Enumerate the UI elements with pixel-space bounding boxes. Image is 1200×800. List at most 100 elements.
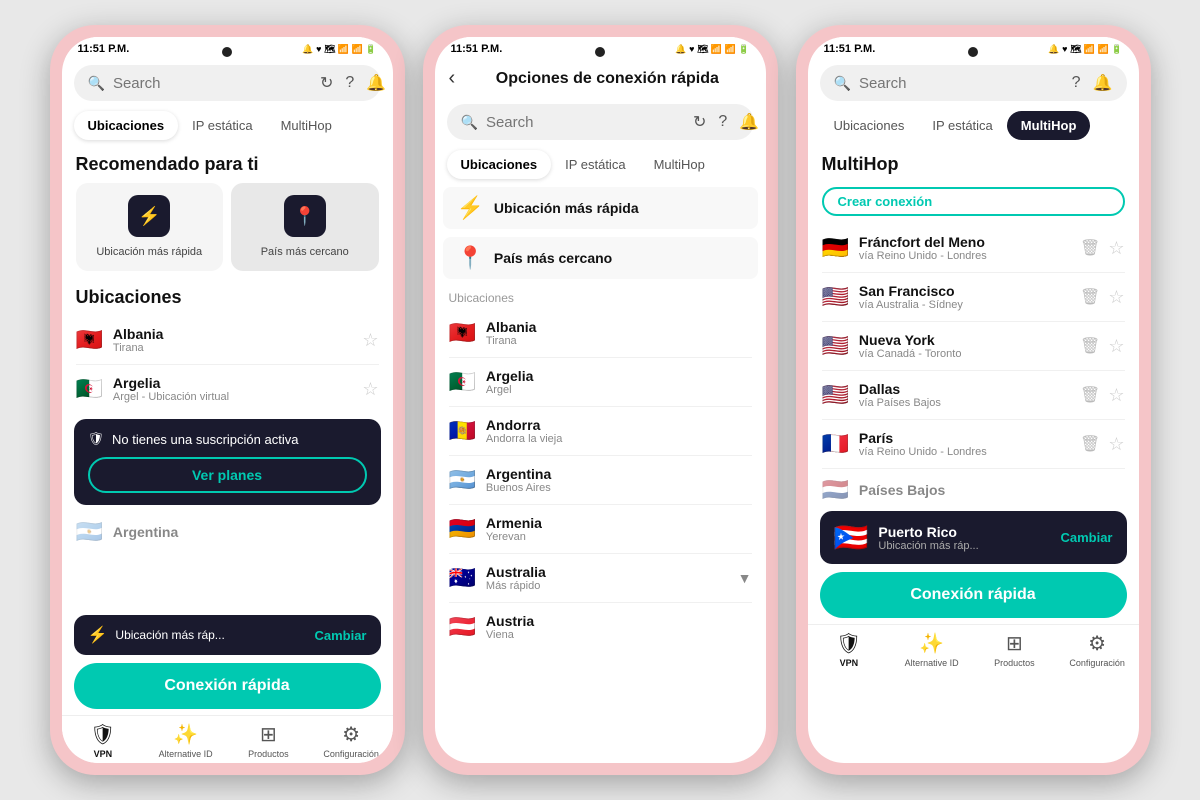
location-argelia-1[interactable]: 🇩🇿 Argelia Argel - Ubicación virtual ☆ [62,365,393,413]
tab-ubicaciones-1[interactable]: Ubicaciones [74,111,179,140]
location-albania-1[interactable]: 🇦🇱 Albania Tirana ☆ [62,316,393,364]
nav-settings-3[interactable]: ⚙ Configuración [1056,631,1139,668]
nav-altid-3[interactable]: ✨ Alternative ID [890,631,973,668]
quick-fastest-2[interactable]: ⚡ Ubicación más rápida [443,187,758,229]
blb-icon-1: ⚡ [88,625,108,645]
nav-altid-1[interactable]: ✨ Alternative ID [144,722,227,759]
connect-btn-1[interactable]: Conexión rápida [74,663,381,709]
search-input-1[interactable] [113,75,312,92]
create-connection-btn-3[interactable]: Crear conexión [822,187,1125,216]
pr-change-3[interactable]: Cambiar [1060,530,1112,545]
star-frankfurt-3[interactable]: ☆ [1108,238,1124,259]
trash-paris-3[interactable]: 🗑 [1080,434,1100,454]
loc-info-armenia-2: Armenia Yerevan [486,515,752,543]
tab-multihop-2[interactable]: MultiHop [640,150,719,179]
star-argelia-1[interactable]: ☆ [362,379,378,400]
help-icon-2[interactable]: ? [718,113,727,131]
mh-actions-ny-3: 🗑 ☆ [1080,336,1124,357]
location-argentina-partial-1[interactable]: 🇦🇷 Argentina [62,511,393,553]
bottom-location-bar-1: ⚡ Ubicación más ráp... Cambiar [74,615,381,655]
star-albania-1[interactable]: ☆ [362,330,378,351]
tabs-1: Ubicaciones IP estática MultiHop [74,111,381,140]
nav-vpn-1[interactable]: 🛡 VPN [62,722,145,759]
search-input-3[interactable] [859,75,1064,92]
pr-flag-3: 🇵🇷 [834,521,869,554]
phone-3: 11:51 P.M. 🔔 ♥ 🗺 📶 📶 🔋 🔍 ? 🔔 Ubicaciones… [796,25,1151,775]
help-icon-3[interactable]: ? [1072,74,1081,92]
flag-albania-1: 🇦🇱 [76,329,103,351]
connect-btn-3[interactable]: Conexión rápida [820,572,1127,618]
camera-dot-2 [595,47,605,57]
ver-planes-btn-1[interactable]: Ver planes [88,457,367,493]
locations-scroll-2[interactable]: 🇦🇱 Albania Tirana 🇩🇿 Argelia Argel [435,309,766,649]
trash-sf-3[interactable]: 🗑 [1080,287,1100,307]
pr-bar-3: 🇵🇷 Puerto Rico Ubicación más ráp... Camb… [820,511,1127,564]
loc-sub-armenia-2: Yerevan [486,531,752,543]
tab-ubicaciones-2[interactable]: Ubicaciones [447,150,552,179]
bell-icon-2[interactable]: 🔔 [739,112,759,132]
star-paris-3[interactable]: ☆ [1108,434,1124,455]
nav-settings-1[interactable]: ⚙ Configuración [310,722,393,759]
location-albania-2[interactable]: 🇦🇱 Albania Tirana [435,309,766,357]
phone-2: 11:51 P.M. 🔔 ♥ 🗺 📶 📶 🔋 ‹ Opciones de con… [423,25,778,775]
nav-altid-label-3: Alternative ID [905,658,959,668]
tab-ubicaciones-3[interactable]: Ubicaciones [820,111,919,140]
search-bar-2[interactable]: 🔍 ↻ ? 🔔 [447,104,754,140]
trash-frankfurt-3[interactable]: 🗑 [1080,238,1100,258]
mh-item-paris-3[interactable]: 🇫🇷 París vía Reino Unido - Londres 🗑 ☆ [808,420,1139,468]
multihop-scroll-3[interactable]: 🇩🇪 Fráncfort del Meno vía Reino Unido - … [808,224,1139,511]
star-sf-3[interactable]: ☆ [1108,287,1124,308]
blb-change-1[interactable]: Cambiar [314,628,366,643]
mh-item-dallas-3[interactable]: 🇺🇸 Dallas vía Países Bajos 🗑 ☆ [808,371,1139,419]
tab-ip-estatica-3[interactable]: IP estática [918,111,1006,140]
tab-ip-estatica-1[interactable]: IP estática [178,111,266,140]
mh-item-partial-3[interactable]: 🇳🇱 Países Bajos [808,469,1139,511]
loc-sub-argelia-1: Argel - Ubicación virtual [113,391,352,403]
status-icons-1: 🔔 ♥ 🗺 📶 📶 🔋 [302,44,376,55]
rec-card-nearest-1[interactable]: 📍 País más cercano [231,183,379,271]
search-bar-3[interactable]: 🔍 ? 🔔 [820,65,1127,101]
star-dallas-3[interactable]: ☆ [1108,385,1124,406]
mh-sub-dallas-3: vía Países Bajos [859,397,1070,409]
location-armenia-2[interactable]: 🇦🇲 Armenia Yerevan [435,505,766,553]
flag-sf-3: 🇺🇸 [822,286,849,308]
rec-card-fastest-1[interactable]: ⚡ Ubicación más rápida [76,183,224,271]
back-btn-2[interactable]: ‹ [449,67,456,90]
location-austria-2[interactable]: 🇦🇹 Austria Viena [435,603,766,649]
loc-name-argentina-partial-1: Argentina [113,524,379,540]
nav-products-1[interactable]: ⊞ Productos [227,722,310,759]
nearest-label-1: País más cercano [261,245,349,259]
loc-name-australia-2: Australia [486,564,728,580]
trash-dallas-3[interactable]: 🗑 [1080,385,1100,405]
nav-vpn-3[interactable]: 🛡 VPN [808,631,891,668]
mh-item-frankfurt-3[interactable]: 🇩🇪 Fráncfort del Meno vía Reino Unido - … [808,224,1139,272]
mh-actions-paris-3: 🗑 ☆ [1080,434,1124,455]
tab-multihop-3[interactable]: MultiHop [1007,111,1091,140]
mh-item-ny-3[interactable]: 🇺🇸 Nueva York vía Canadá - Toronto 🗑 ☆ [808,322,1139,370]
nav-products-3[interactable]: ⊞ Productos [973,631,1056,668]
back-title-2: Opciones de conexión rápida [463,70,751,88]
bell-icon-3[interactable]: 🔔 [1093,73,1113,93]
search-input-2[interactable] [486,114,685,131]
location-argentina-2[interactable]: 🇦🇷 Argentina Buenos Aires [435,456,766,504]
nav-products-icon-3: ⊞ [1006,631,1023,656]
quick-nearest-2[interactable]: 📍 País más cercano [443,237,758,279]
loc-name-albania-1: Albania [113,326,352,342]
flag-frankfurt-3: 🇩🇪 [822,237,849,259]
pr-info-3: Puerto Rico Ubicación más ráp... [878,524,1050,552]
help-icon-1[interactable]: ? [345,74,354,92]
mh-item-sf-3[interactable]: 🇺🇸 San Francisco vía Australia - Sídney … [808,273,1139,321]
bell-icon-1[interactable]: 🔔 [366,73,386,93]
refresh-icon-2[interactable]: ↻ [693,112,706,132]
location-andorra-2[interactable]: 🇦🇩 Andorra Andorra la vieja [435,407,766,455]
star-ny-3[interactable]: ☆ [1108,336,1124,357]
location-australia-2[interactable]: 🇦🇺 Australia Más rápido ▼ [435,554,766,602]
tab-multihop-1[interactable]: MultiHop [267,111,346,140]
fastest-info-2: Ubicación más rápida [494,200,744,216]
tab-ip-estatica-2[interactable]: IP estática [551,150,639,179]
location-argelia-2[interactable]: 🇩🇿 Argelia Argel [435,358,766,406]
trash-ny-3[interactable]: 🗑 [1080,336,1100,356]
search-bar-1[interactable]: 🔍 ↻ ? 🔔 [74,65,381,101]
refresh-icon-1[interactable]: ↻ [320,73,333,93]
mh-info-paris-3: París vía Reino Unido - Londres [859,430,1070,458]
